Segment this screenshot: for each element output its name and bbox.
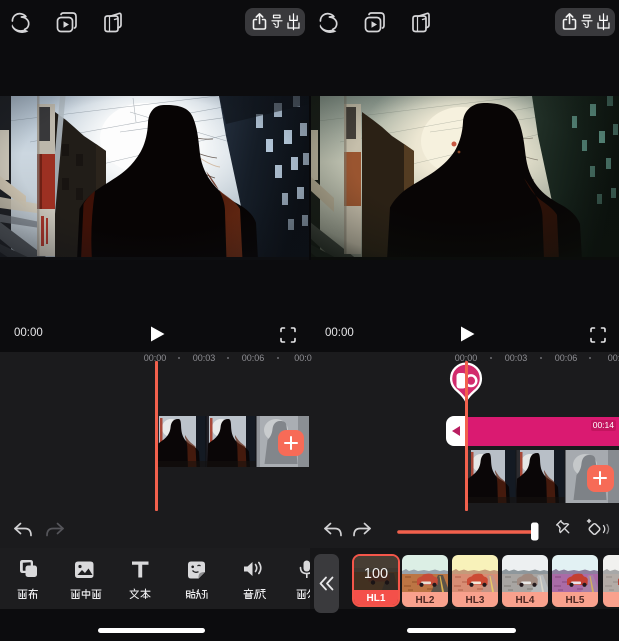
svg-text:HL4: HL4 — [516, 595, 535, 606]
svg-text:HL1: HL1 — [367, 593, 386, 604]
svg-text:HL2: HL2 — [416, 595, 435, 606]
svg-text:100: 100 — [364, 566, 388, 582]
svg-text:HL5: HL5 — [566, 595, 585, 606]
svg-text:HL3: HL3 — [466, 595, 485, 606]
